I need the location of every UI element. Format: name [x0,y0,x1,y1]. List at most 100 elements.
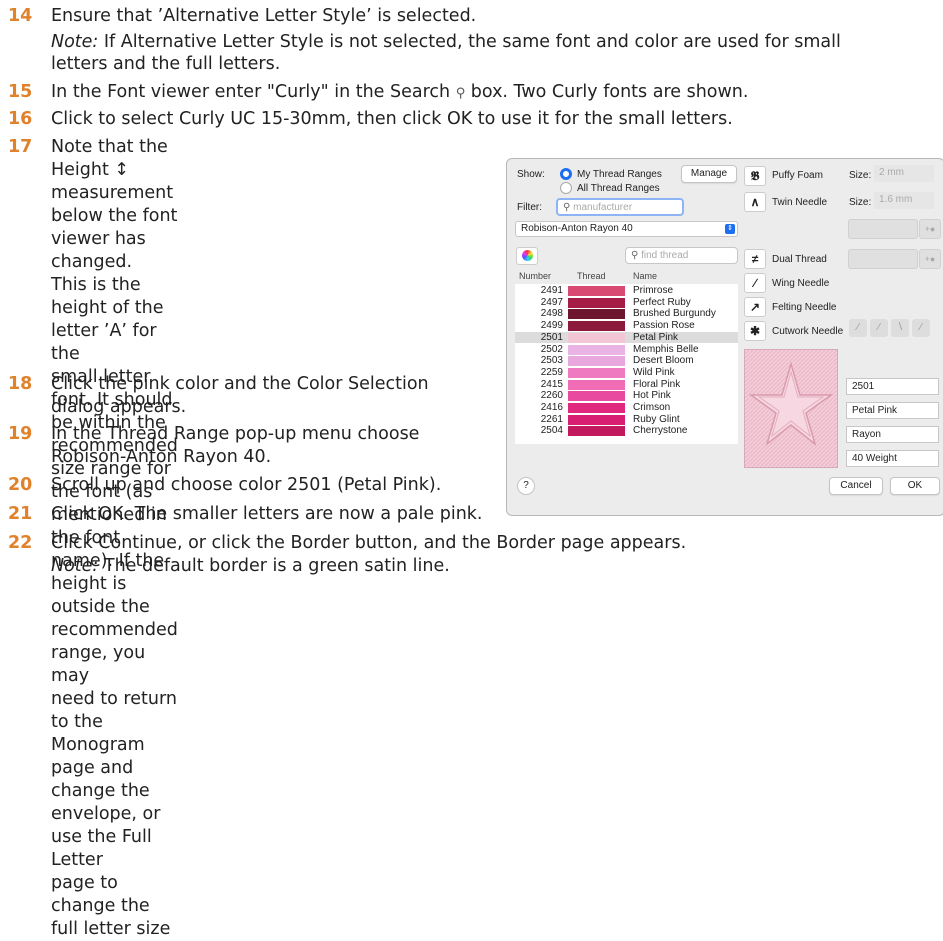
thread-row[interactable]: 2491 Primrose [515,285,738,297]
star-preview-icon [745,350,837,467]
cutwork-needle-label: Cutwork Needle [772,326,844,337]
thread-name: Crimson [633,402,671,413]
thread-swatch [568,332,625,343]
select-arrow-icon: ⇕ [725,224,735,234]
step-number: 19 [8,424,33,444]
note-text: If Alternative Letter Style is not selec… [98,32,841,52]
thread-name: Petal Pink [633,331,679,343]
dual-thread-label: Dual Thread [772,254,827,265]
filter-label: Filter: [517,202,542,213]
thread-row[interactable]: 2502 Memphis Belle [515,344,738,356]
step-number: 20 [8,475,33,495]
thread-name: Brushed Burgundy [633,308,716,320]
cutwork-needle-button[interactable]: ✱ [744,321,766,341]
felting-needle-label: Felting Needle [772,302,837,313]
show-label: Show: [517,169,545,180]
puffy-size-field[interactable]: 2 mm [874,165,934,182]
thread-swatch [568,379,625,390]
find-thread-input[interactable]: ⚲ find thread [625,247,738,264]
thread-row[interactable]: 2260 Hot Pink [515,390,738,402]
thread-swatch [568,321,625,332]
thread-number: 2497 [540,296,563,308]
size-label: Size: [849,197,872,208]
thread-type-field[interactable]: Rayon [846,426,939,443]
step-text: Click Continue, or click the Border butt… [51,533,687,553]
step-text: Scroll up and choose color 2501 (Petal P… [51,475,442,495]
step-number: 15 [8,82,33,102]
felting-needle-button[interactable]: ↗ [744,297,766,317]
thread-row[interactable]: 2261 Ruby Glint [515,414,738,426]
thread-swatch [568,344,625,355]
thread-number: 2491 [540,285,563,296]
thread-number: 2415 [540,378,563,390]
note-22: Note: The default border is a green sati… [51,556,450,576]
all-thread-ranges-label[interactable]: All Thread Ranges [577,183,660,194]
thread-row[interactable]: 2501 Petal Pink [515,331,738,344]
thread-table-header: Number Thread Name [519,271,658,281]
wing-needle-label: Wing Needle [772,278,830,289]
thread-row[interactable]: 2499 Passion Rose [515,320,738,332]
thread-number: 2260 [540,390,563,402]
extra-thread-field-2[interactable] [848,249,918,269]
search-icon: ⚲ [563,202,571,213]
thread-list[interactable]: 2491 Primrose 2497 Perfect Ruby 2498 Brushed … [515,284,738,444]
extra-thread-field-1[interactable] [848,219,918,239]
needle-angle-icon: ∖ [891,319,909,337]
my-thread-ranges-radio[interactable] [560,168,572,180]
color-selection-dialog: Show: My Thread Ranges All Thread Ranges… [506,158,943,516]
note-14-cont: letters and the full letters. [51,54,281,74]
manage-button[interactable]: Manage [681,165,737,183]
help-button[interactable]: ? [517,477,535,495]
thread-name-field[interactable]: Petal Pink [846,402,939,419]
twin-size-field[interactable]: 1.6 mm [874,192,934,209]
step-text: In the Font viewer enter "Curly" in the … [51,82,749,102]
thread-row[interactable]: 2415 Floral Pink [515,379,738,391]
thread-number: 2502 [540,343,563,355]
filter-input[interactable]: ⚲ manufacturer [556,198,684,216]
thread-number: 2503 [540,355,563,367]
step-text: Click OK. The smaller letters are now a … [51,504,483,524]
search-icon: ⚲ [631,250,639,261]
my-thread-ranges-label[interactable]: My Thread Ranges [577,169,662,180]
thread-row[interactable]: 2497 Perfect Ruby [515,297,738,309]
thread-swatch [568,309,625,320]
step-text: In the Thread Range pop-up menu choose R… [51,424,420,467]
thread-swatch [568,356,625,367]
add-thread-button-1[interactable]: +● [919,219,941,239]
thread-row[interactable]: 2259 Wild Pink [515,367,738,379]
cutwork-angle-buttons[interactable]: ∕ ∕ ∖ ∕ [849,319,939,339]
dual-thread-button[interactable]: ≠ [744,249,766,269]
thread-name: Ruby Glint [633,413,680,425]
needle-angle-icon: ∕ [912,319,930,337]
thread-preview [744,349,838,468]
search-icon: ⚲ [455,86,466,101]
thread-number: 2498 [540,308,563,320]
add-thread-button-2[interactable]: +● [919,249,941,269]
step-text: Click the pink color and the Color Selec… [51,374,429,417]
thread-weight-field[interactable]: 40 Weight [846,450,939,467]
twin-needle-button[interactable]: ∧ [744,192,766,212]
thread-name: Floral Pink [633,378,681,390]
thread-row[interactable]: 2504 Cherrystone [515,425,738,437]
all-thread-ranges-radio[interactable] [560,182,572,194]
thread-swatch [568,426,625,437]
ok-button[interactable]: OK [890,477,940,495]
thread-row[interactable]: 2416 Crimson [515,402,738,414]
thread-row[interactable]: 2498 Brushed Burgundy [515,308,738,320]
puffy-foam-button[interactable]: 𝕭 [744,166,766,186]
step-number: 14 [8,6,33,26]
thread-number: 2416 [540,402,563,413]
thread-swatch [568,403,625,413]
color-wheel-button[interactable] [516,247,538,265]
thread-range-select[interactable]: Robison-Anton Rayon 40 ⇕ [515,221,738,237]
size-label: Size: [849,170,872,181]
thread-number-field[interactable]: 2501 [846,378,939,395]
thread-number: 2504 [540,425,563,437]
step-text: Click to select Curly UC 15-30mm, then c… [51,109,733,129]
wing-needle-button[interactable]: ∕ [744,273,766,293]
thread-swatch [568,367,625,378]
thread-row[interactable]: 2503 Desert Bloom [515,355,738,367]
thread-number: 2261 [540,413,563,425]
cancel-button[interactable]: Cancel [829,477,883,495]
note-14: Note: If Alternative Letter Style is not… [51,31,841,54]
